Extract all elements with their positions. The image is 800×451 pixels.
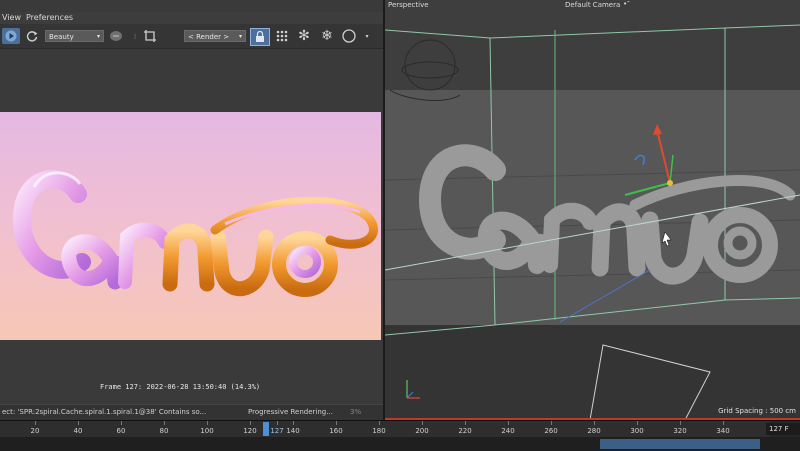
letter-n (162, 223, 215, 292)
frame-field[interactable]: 127 F (766, 423, 800, 435)
progress-value: 3% (350, 408, 362, 416)
timeline-tick-label: 220 (458, 427, 472, 435)
timeline-tick-label: 127 (270, 427, 284, 435)
timeline-tick (723, 421, 724, 425)
circle-icon[interactable] (340, 28, 358, 44)
timeline-tick-label: 120 (243, 427, 257, 435)
render-artwork (13, 170, 378, 297)
timeline-tick-label: 180 (372, 427, 386, 435)
render-select-value: < Render > (188, 33, 230, 41)
timeline-tick-label: 320 (673, 427, 687, 435)
timeline-tick (78, 421, 79, 425)
playhead[interactable] (263, 422, 269, 436)
timeline-tick (594, 421, 595, 425)
timeline-tick-label: 40 (73, 427, 83, 435)
frame-info: Frame 127: 2022-06-28 13:50:40 (14.3%) (100, 383, 261, 391)
camera-label[interactable]: Default Camera (565, 1, 620, 9)
snowflake-icon[interactable]: ❄ (318, 28, 336, 44)
play-icon[interactable] (2, 28, 20, 44)
timeline-tick (637, 421, 638, 425)
render-image (0, 112, 381, 340)
compare-icon[interactable] (108, 28, 124, 44)
timeline-tick-label: 60 (116, 427, 126, 435)
chevron-down-icon: ▾ (238, 33, 242, 40)
timeline-tick (508, 421, 509, 425)
progress-label: Progressive Rendering... (248, 408, 333, 416)
grid-spacing-label: Grid Spacing : 500 cm (718, 407, 796, 415)
render-window: View Preferences Beauty ▾ ⁞ < Render > ▾ (0, 0, 384, 420)
timeline-tick-label: 240 (501, 427, 515, 435)
timeline-tick (680, 421, 681, 425)
timeline-tick-label: 140 (286, 427, 300, 435)
refresh-icon[interactable] (24, 28, 40, 44)
timeline-tick (277, 421, 278, 425)
timeline-tick-label: 340 (716, 427, 730, 435)
letter-r (118, 222, 172, 289)
timeline-tick-label: 100 (200, 427, 214, 435)
thumbnail-strip[interactable] (600, 439, 760, 449)
letter-a (61, 234, 123, 290)
chevron-down-icon: ▾ (96, 33, 100, 40)
pass-select-value: Beauty (49, 33, 74, 41)
timeline-tick (293, 421, 294, 425)
viewport-header: Perspective Default Camera •″ (385, 0, 800, 12)
render-select[interactable]: < Render > ▾ (184, 30, 246, 42)
timeline-ruler[interactable]: 20 40 60 80 100 120 127 140 160 180 200 220 240 260 28… (0, 421, 770, 437)
viewport-scene (385, 0, 800, 420)
viewport-3d[interactable]: Perspective Default Camera •″ Grid Spaci… (385, 0, 800, 420)
timeline-tick-label: 20 (30, 427, 40, 435)
timeline-keys (0, 437, 800, 451)
timeline-tick-label: 200 (415, 427, 429, 435)
timeline-tick-label: 280 (587, 427, 601, 435)
separator-icon: ⁞ (133, 31, 137, 41)
timeline-tick-label: 160 (329, 427, 343, 435)
timeline-tick (164, 421, 165, 425)
menu-view[interactable]: View (2, 13, 21, 22)
projection-label[interactable]: Perspective (388, 1, 429, 9)
menu-preferences[interactable]: Preferences (26, 13, 73, 22)
pass-select[interactable]: Beauty ▾ (45, 30, 104, 42)
timeline-tick (207, 421, 208, 425)
timeline-tick (465, 421, 466, 425)
letter-o-spiral (272, 231, 338, 297)
snowflake-icon[interactable]: ✻ (295, 28, 313, 44)
grid-icon[interactable] (273, 28, 291, 44)
timeline-tick-label: 260 (544, 427, 558, 435)
chevron-down-icon[interactable]: ▾ (362, 28, 372, 44)
timeline-tick-label: 80 (159, 427, 169, 435)
status-message: ect: 'SPR:2spiral.Cache.spiral.1.spiral.… (2, 408, 207, 416)
timeline-tick (422, 421, 423, 425)
timeline-tick (551, 421, 552, 425)
timeline-tick (379, 421, 380, 425)
crop-icon[interactable] (142, 28, 158, 44)
timeline[interactable]: 20 40 60 80 100 120 127 140 160 180 200 220 240 260 28… (0, 420, 800, 451)
timeline-tick-label: 300 (630, 427, 644, 435)
letter-u (210, 229, 274, 297)
status-bar: ect: 'SPR:2spiral.Cache.spiral.1.spiral.… (0, 404, 384, 420)
timeline-tick (121, 421, 122, 425)
render-toolbar: Beauty ▾ ⁞ < Render > ▾ ✻ ❄ ▾ (0, 24, 384, 49)
timeline-tick (35, 421, 36, 425)
timeline-tick (250, 421, 251, 425)
menu-bar: View Preferences (0, 12, 384, 24)
lock-icon[interactable] (250, 28, 270, 46)
timeline-tick (336, 421, 337, 425)
camera-mark: •″ (623, 0, 630, 8)
